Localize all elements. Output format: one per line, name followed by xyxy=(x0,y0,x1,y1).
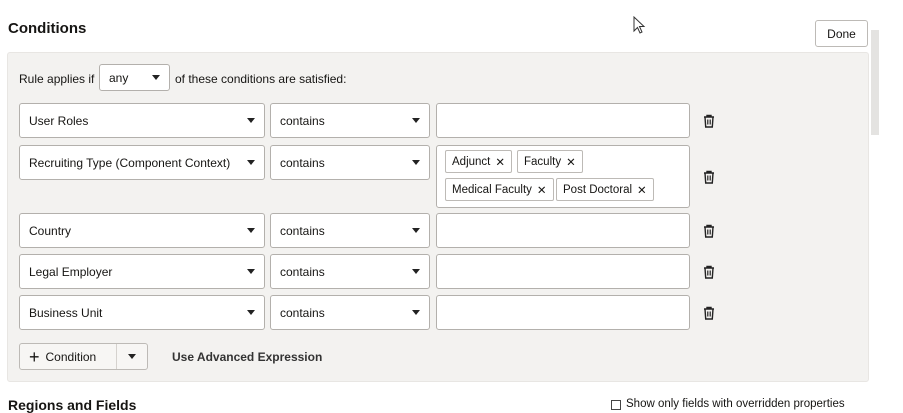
condition-value-input[interactable] xyxy=(436,213,690,248)
operator-value: contains xyxy=(280,223,325,238)
delete-condition-icon[interactable] xyxy=(702,265,716,279)
mouse-cursor-icon xyxy=(633,16,646,34)
value-chip: Faculty ✕ xyxy=(517,150,583,173)
chip-label: Post Doctoral xyxy=(563,183,633,196)
section-title: Regions and Fields xyxy=(8,397,137,413)
condition-operator-select[interactable]: contains xyxy=(270,295,430,330)
value-chip: Medical Faculty ✕ xyxy=(445,178,554,201)
delete-condition-icon[interactable] xyxy=(702,170,716,184)
chevron-down-icon xyxy=(128,354,136,359)
condition-field-select[interactable]: User Roles xyxy=(19,103,265,138)
condition-field-select[interactable]: Legal Employer xyxy=(19,254,265,289)
condition-value-input[interactable] xyxy=(436,295,690,330)
overridden-checkbox-label: Show only fields with overridden propert… xyxy=(626,398,845,410)
add-condition-button[interactable]: + Condition xyxy=(20,344,117,369)
overridden-checkbox[interactable] xyxy=(611,400,621,410)
delete-condition-icon[interactable] xyxy=(702,224,716,238)
condition-value-input[interactable] xyxy=(436,254,690,289)
page-title: Conditions xyxy=(8,20,87,37)
advanced-expression-link[interactable]: Use Advanced Expression xyxy=(172,350,322,364)
field-value: Legal Employer xyxy=(29,264,113,279)
chevron-down-icon xyxy=(247,269,255,274)
chevron-down-icon xyxy=(412,269,420,274)
match-value: any xyxy=(109,70,129,85)
operator-value: contains xyxy=(280,305,325,320)
plus-icon: + xyxy=(29,346,40,367)
chevron-down-icon xyxy=(412,310,420,315)
condition-operator-select[interactable]: contains xyxy=(270,254,430,289)
chevron-down-icon xyxy=(412,160,420,165)
chevron-down-icon xyxy=(152,75,160,80)
operator-value: contains xyxy=(280,155,325,170)
condition-operator-select[interactable]: contains xyxy=(270,145,430,180)
add-condition-label: Condition xyxy=(45,349,97,364)
delete-condition-icon[interactable] xyxy=(702,306,716,320)
field-value: Recruiting Type (Component Context) xyxy=(29,155,231,170)
done-button[interactable]: Done xyxy=(815,20,868,47)
field-value: Business Unit xyxy=(29,305,103,320)
remove-chip-icon[interactable]: ✕ xyxy=(566,155,576,169)
chevron-down-icon xyxy=(247,228,255,233)
chip-label: Adjunct xyxy=(452,155,491,168)
value-chip: Post Doctoral ✕ xyxy=(556,178,654,201)
operator-value: contains xyxy=(280,264,325,279)
rule-prefix: Rule applies if xyxy=(19,72,95,86)
value-chip: Adjunct ✕ xyxy=(445,150,512,173)
chevron-down-icon xyxy=(247,118,255,123)
operator-value: contains xyxy=(280,113,325,128)
field-value: Country xyxy=(29,223,72,238)
rule-suffix: of these conditions are satisfied: xyxy=(175,72,347,86)
field-value: User Roles xyxy=(29,113,89,128)
delete-condition-icon[interactable] xyxy=(702,114,716,128)
add-condition-menu-button[interactable] xyxy=(117,354,147,359)
chevron-down-icon xyxy=(247,160,255,165)
condition-operator-select[interactable]: contains xyxy=(270,213,430,248)
chevron-down-icon xyxy=(412,228,420,233)
add-condition-split-button: + Condition xyxy=(19,343,148,370)
remove-chip-icon[interactable]: ✕ xyxy=(495,155,505,169)
condition-value-input[interactable] xyxy=(436,103,690,138)
condition-field-select[interactable]: Recruiting Type (Component Context) xyxy=(19,145,265,180)
chip-label: Faculty xyxy=(524,155,562,168)
condition-field-select[interactable]: Country xyxy=(19,213,265,248)
condition-operator-select[interactable]: contains xyxy=(270,103,430,138)
remove-chip-icon[interactable]: ✕ xyxy=(637,183,647,197)
match-select[interactable]: any xyxy=(99,64,170,91)
condition-field-select[interactable]: Business Unit xyxy=(19,295,265,330)
chevron-down-icon xyxy=(247,310,255,315)
chip-label: Medical Faculty xyxy=(452,183,532,196)
scrollbar[interactable] xyxy=(871,30,879,135)
remove-chip-icon[interactable]: ✕ xyxy=(537,183,547,197)
chevron-down-icon xyxy=(412,118,420,123)
